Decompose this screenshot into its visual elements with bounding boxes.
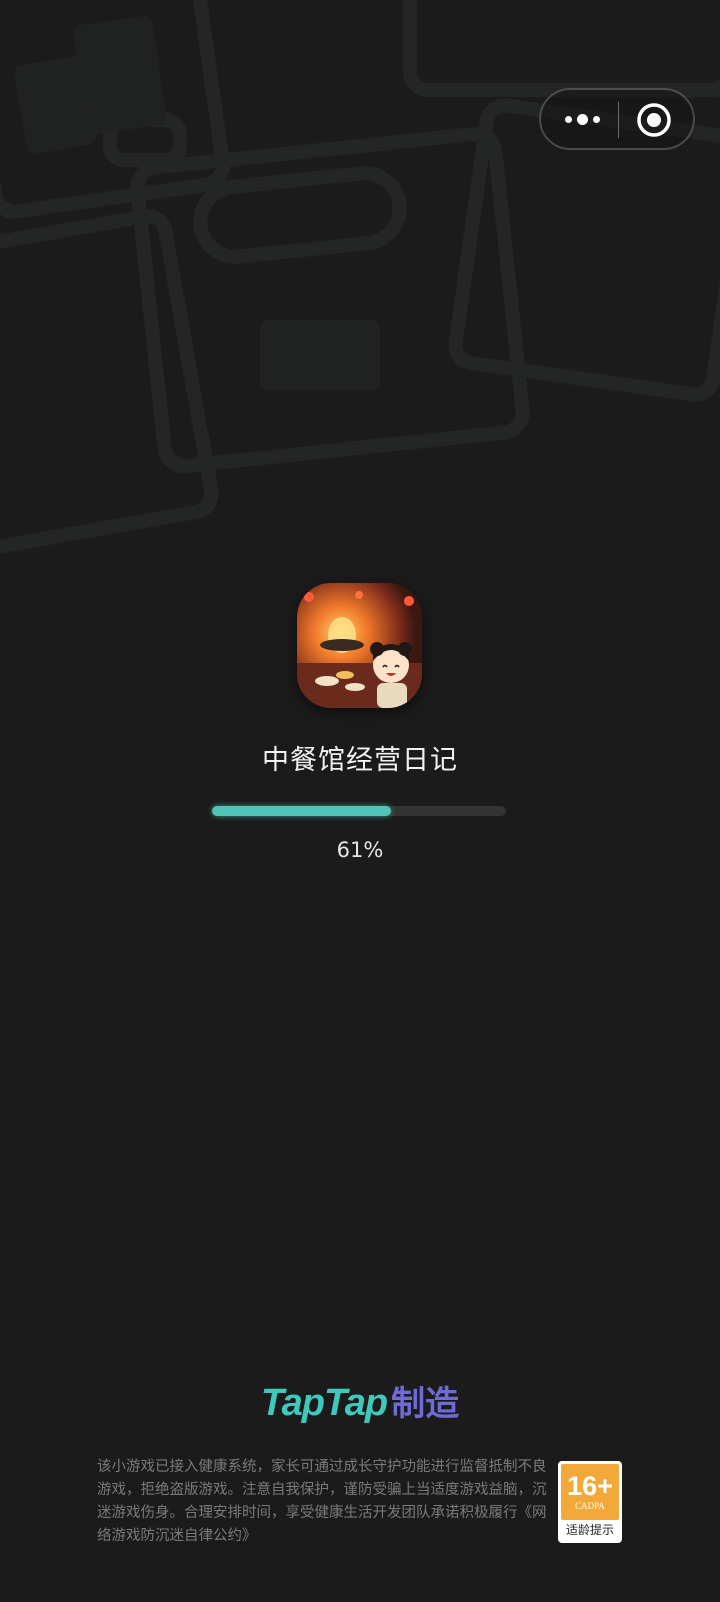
age-rating-org: CADPA <box>575 1501 605 1511</box>
taptap-made-logo: TapTap 制造 <box>0 1380 720 1427</box>
more-dots-icon[interactable] <box>557 104 607 134</box>
restaurant-game-icon <box>297 583 422 708</box>
age-rating-number: 16+ <box>567 1471 613 1501</box>
taptap-wordmark: TapTap <box>260 1382 388 1424</box>
capsule-divider <box>618 102 619 138</box>
loading-progress-bar <box>212 806 506 816</box>
age-rating-badge: 16+ CADPA 适龄提示 <box>558 1461 622 1543</box>
mini-program-capsule <box>539 88 695 150</box>
loading-progress-text: 61% <box>336 838 384 862</box>
made-label: 制造 <box>391 1385 460 1423</box>
circle-target-icon[interactable] <box>635 101 673 139</box>
age-rating-tip: 适龄提示 <box>565 1523 614 1537</box>
loading-progress-fill <box>212 806 392 816</box>
app-title: 中餐馆经营日记 <box>262 745 458 776</box>
health-notice: 该小游戏已接入健康系统，家长可通过成长守护功能进行监督抵制不良游戏，拒绝盗版游戏… <box>97 1459 547 1544</box>
